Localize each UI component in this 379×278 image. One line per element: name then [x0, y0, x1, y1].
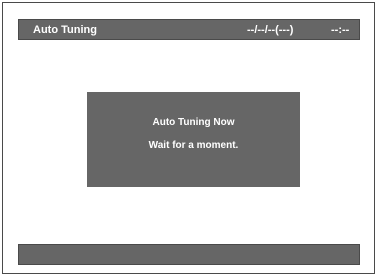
screen-title: Auto Tuning	[33, 24, 97, 36]
status-message-line1: Auto Tuning Now	[152, 117, 235, 128]
time-display: --:--	[331, 24, 350, 36]
date-display: --/--/--(---)	[247, 24, 294, 36]
status-message-line2: Wait for a moment.	[148, 140, 239, 151]
bottom-status-bar	[18, 244, 360, 265]
title-bar: Auto Tuning --/--/--(---) --:--	[18, 19, 360, 40]
status-message-box: Auto Tuning Now Wait for a moment.	[87, 92, 300, 187]
